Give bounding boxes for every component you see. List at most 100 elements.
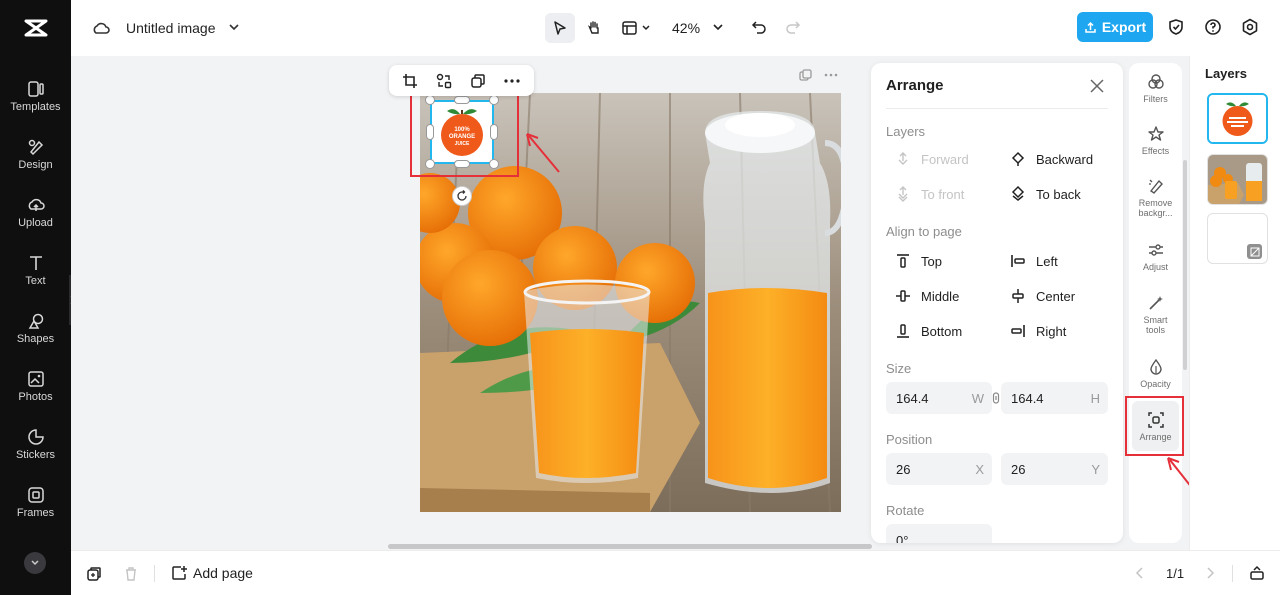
position-x-field[interactable]: 26 X xyxy=(886,453,992,485)
to-back-icon xyxy=(1011,186,1025,201)
add-page-button[interactable]: Add page xyxy=(171,565,253,581)
rotate-handle[interactable] xyxy=(452,186,472,206)
to-front-icon xyxy=(898,186,908,202)
align-section-label: Align to page xyxy=(886,224,962,239)
height-field[interactable]: 164.4 H xyxy=(1001,382,1108,414)
layers-section-label: Layers xyxy=(886,124,926,139)
position-y-suffix: Y xyxy=(1091,462,1100,477)
more-options-button[interactable] xyxy=(503,72,521,90)
align-top-button[interactable]: Top xyxy=(895,253,942,269)
align-center-label: Center xyxy=(1036,288,1076,304)
layout-menu-button[interactable] xyxy=(619,15,655,41)
sidebar-item-shapes[interactable]: Shapes xyxy=(0,312,71,362)
text-icon xyxy=(29,256,42,270)
layer-item-photo[interactable] xyxy=(1207,154,1268,205)
help-button[interactable] xyxy=(1203,17,1223,37)
replace-button[interactable] xyxy=(435,72,453,90)
align-top-icon xyxy=(897,254,909,268)
align-left-button[interactable]: Left xyxy=(1010,253,1058,269)
align-right-button[interactable]: Right xyxy=(1010,323,1066,339)
sidebar-item-frames[interactable]: Frames xyxy=(0,486,71,536)
horizontal-scrollbar[interactable] xyxy=(388,544,872,549)
tool-adjust[interactable]: Adjust xyxy=(1129,241,1182,272)
previous-page-button[interactable] xyxy=(1132,565,1148,581)
align-center-icon xyxy=(1012,289,1024,303)
tool-label: Smart tools xyxy=(1143,315,1168,335)
add-page-icon xyxy=(172,566,187,580)
backward-button[interactable]: Backward xyxy=(1010,151,1093,167)
align-bottom-icon xyxy=(897,324,909,338)
select-tool-button[interactable] xyxy=(545,13,575,43)
align-top-label: Top xyxy=(921,253,942,269)
lock-aspect-icon[interactable] xyxy=(992,391,1000,405)
tool-remove-background[interactable]: Remove backgr... xyxy=(1129,177,1182,218)
tool-filters[interactable]: Filters xyxy=(1129,73,1182,104)
more-tools-button[interactable] xyxy=(24,552,46,574)
backward-icon xyxy=(1011,151,1025,166)
delete-page-button[interactable] xyxy=(122,565,140,583)
capcut-logo-icon[interactable] xyxy=(22,14,50,42)
sidebar-item-stickers[interactable]: Stickers xyxy=(0,428,71,478)
layout-icon xyxy=(622,21,650,35)
adjust-icon xyxy=(1148,244,1163,256)
tool-smart-tools[interactable]: Smart tools xyxy=(1129,294,1182,335)
sidebar-item-label: Upload xyxy=(18,217,53,229)
security-button[interactable] xyxy=(1166,17,1186,37)
copy-icon xyxy=(798,68,812,81)
tool-effects[interactable]: Effects xyxy=(1129,125,1182,156)
export-button[interactable]: Export xyxy=(1077,12,1153,42)
close-icon[interactable] xyxy=(1088,77,1106,95)
align-center-button[interactable]: Center xyxy=(1010,288,1075,304)
sidebar-item-label: Design xyxy=(18,159,53,171)
cloud-save-button[interactable] xyxy=(91,18,111,38)
annotation-highlight-logo xyxy=(410,92,519,177)
height-suffix: H xyxy=(1090,391,1100,406)
undo-button[interactable] xyxy=(749,17,769,37)
layer-item-background[interactable] xyxy=(1207,213,1268,264)
next-page-button[interactable] xyxy=(1202,565,1218,581)
redo-button[interactable] xyxy=(783,17,803,37)
crop-button[interactable] xyxy=(401,72,419,90)
duplicate-button[interactable] xyxy=(469,72,487,90)
smart-tools-icon xyxy=(1148,296,1163,310)
position-section-label: Position xyxy=(886,432,933,447)
sidebar-item-label: Stickers xyxy=(15,449,56,461)
duplicate-page-button[interactable] xyxy=(797,67,813,83)
sidebar-item-text[interactable]: Text xyxy=(0,254,71,304)
cursor-icon xyxy=(554,21,566,35)
sidebar-item-design[interactable]: Design xyxy=(0,138,71,188)
undo-icon xyxy=(751,21,766,34)
forward-button[interactable]: Forward xyxy=(895,151,969,167)
settings-button[interactable] xyxy=(1240,17,1260,37)
rotate-value: 0° xyxy=(896,533,909,543)
align-middle-button[interactable]: Middle xyxy=(895,288,959,304)
export-icon xyxy=(1085,21,1096,33)
to-back-button[interactable]: To back xyxy=(1010,186,1081,202)
remove-background-icon xyxy=(1148,179,1163,194)
layer-item-logo[interactable] xyxy=(1207,93,1268,144)
align-left-label: Left xyxy=(1036,253,1058,269)
hand-tool-button[interactable] xyxy=(582,15,606,41)
align-bottom-button[interactable]: Bottom xyxy=(895,323,962,339)
title-dropdown-button[interactable] xyxy=(227,20,241,34)
zoom-dropdown-button[interactable] xyxy=(711,20,725,34)
sidebar-item-upload[interactable]: Upload xyxy=(0,196,71,246)
sidebar-item-photos[interactable]: Photos xyxy=(0,370,71,420)
collapse-pages-button[interactable] xyxy=(1248,564,1266,582)
zoom-level[interactable]: 42% xyxy=(672,20,700,36)
page-more-button[interactable] xyxy=(823,67,839,83)
duplicate-page-bottom-button[interactable] xyxy=(85,565,103,583)
position-y-value: 26 xyxy=(1011,462,1026,477)
tool-opacity[interactable]: Opacity xyxy=(1129,358,1182,389)
gear-icon xyxy=(1242,18,1258,36)
rotate-field[interactable]: 0° xyxy=(886,524,992,543)
left-sidebar: Templates Design Upload Text Shapes Phot… xyxy=(0,0,71,595)
position-y-field[interactable]: 26 Y xyxy=(1001,453,1108,485)
panel-scrollbar[interactable] xyxy=(1183,160,1187,370)
document-title[interactable]: Untitled image xyxy=(126,20,216,36)
width-suffix: W xyxy=(971,391,984,406)
width-field[interactable]: 164.4 W xyxy=(886,382,992,414)
element-toolbar xyxy=(389,65,534,96)
sidebar-item-templates[interactable]: Templates xyxy=(0,80,71,130)
to-front-button[interactable]: To front xyxy=(895,186,964,202)
